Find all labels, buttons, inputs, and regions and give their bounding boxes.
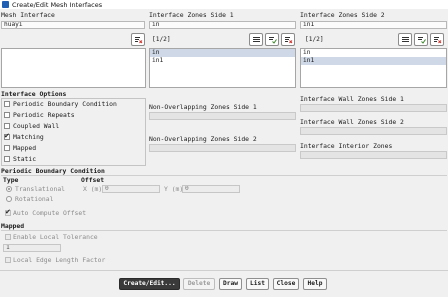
divider — [1, 230, 447, 231]
side2-label: Interface Zones Side 2 — [300, 11, 385, 19]
periodic-section-label: Periodic Boundary Condition — [1, 167, 105, 175]
x-offset-label: X (m) — [83, 185, 103, 193]
mapped-section-label: Mapped — [1, 222, 25, 230]
auto-compute-offset-checkbox[interactable] — [5, 208, 11, 216]
offset-label: Offset — [81, 176, 105, 184]
option-label: Periodic Repeats — [13, 111, 75, 119]
x-offset-input[interactable]: 0 — [102, 185, 160, 193]
side1-zone-list[interactable]: in in1 — [149, 48, 296, 88]
non-overlap-side2-field — [149, 144, 296, 152]
wall-side2-label: Interface Wall Zones Side 2 — [300, 118, 404, 126]
side1-select-all-button[interactable] — [249, 33, 263, 46]
filter-clear-icon — [433, 36, 442, 44]
divider — [1, 175, 447, 176]
check-list-icon — [268, 36, 277, 44]
app-icon — [2, 1, 9, 8]
draw-button[interactable]: Draw — [219, 278, 242, 290]
list-item[interactable]: in — [301, 49, 446, 57]
side1-clear-button[interactable] — [281, 33, 295, 46]
matching-checkbox[interactable] — [4, 132, 10, 140]
mesh-interface-input[interactable]: huayi — [1, 21, 145, 29]
wall-side1-label: Interface Wall Zones Side 1 — [300, 95, 404, 103]
check-list-icon — [417, 36, 426, 44]
enable-tolerance-checkbox[interactable] — [5, 234, 11, 240]
translational-label: Translational — [15, 185, 66, 193]
coupled-wall-checkbox[interactable] — [4, 123, 10, 129]
translational-radio[interactable] — [6, 186, 12, 192]
close-button[interactable]: Close — [273, 278, 299, 290]
periodic-repeats-checkbox[interactable] — [4, 112, 10, 118]
side2-select-all-button[interactable] — [398, 33, 412, 46]
side1-page-indicator: [1/2] — [152, 36, 171, 43]
periodic-bc-checkbox[interactable] — [4, 101, 10, 107]
option-label: Matching — [13, 133, 44, 141]
filter-clear-icon — [134, 36, 143, 44]
list-item[interactable]: in1 — [150, 57, 295, 65]
interior-label: Interface Interior Zones — [300, 142, 393, 150]
tolerance-input[interactable]: 1 — [3, 244, 61, 252]
mesh-interface-list[interactable] — [1, 48, 146, 88]
option-label: Coupled Wall — [13, 122, 60, 130]
side1-label: Interface Zones Side 1 — [149, 11, 234, 19]
rotational-label: Rotational — [15, 195, 54, 203]
interface-options-label: Interface Options — [1, 90, 67, 98]
y-offset-input[interactable]: 0 — [182, 185, 240, 193]
rotational-radio[interactable] — [6, 196, 12, 202]
clear-filter-button[interactable] — [131, 33, 145, 46]
side2-filter-input[interactable]: in1 — [300, 21, 447, 29]
non-overlap-side1-field — [149, 112, 296, 120]
window-title: Create/Edit Mesh Interfaces — [12, 0, 103, 9]
non-overlap-side1-label: Non-Overlapping Zones Side 1 — [149, 103, 257, 111]
select-all-icon — [252, 36, 261, 44]
help-button[interactable]: Help — [303, 278, 327, 290]
mesh-interface-label: Mesh Interface — [1, 11, 55, 19]
select-all-icon — [401, 36, 410, 44]
side2-zone-list[interactable]: in in1 — [300, 48, 447, 88]
interior-field — [300, 151, 447, 159]
list-button[interactable]: List — [246, 278, 269, 290]
wall-side1-field — [300, 104, 447, 112]
type-label: Type — [3, 176, 19, 184]
list-item[interactable]: in — [150, 49, 295, 57]
y-offset-label: Y (m) — [164, 185, 184, 193]
local-edge-factor-checkbox[interactable] — [5, 257, 11, 263]
enable-tolerance-label: Enable Local Tolerance — [13, 233, 98, 241]
non-overlap-side2-label: Non-Overlapping Zones Side 2 — [149, 135, 257, 143]
title-bar: Create/Edit Mesh Interfaces — [0, 0, 448, 9]
static-checkbox[interactable] — [4, 156, 10, 162]
side1-filter-input[interactable]: in — [149, 21, 296, 29]
local-edge-factor-label: Local Edge Length Factor — [13, 256, 106, 264]
create-edit-button[interactable]: Create/Edit... — [119, 278, 180, 290]
wall-side2-field — [300, 127, 447, 135]
option-label: Periodic Boundary Condition — [13, 100, 117, 108]
side2-page-indicator: [1/2] — [305, 36, 324, 43]
divider — [0, 270, 448, 271]
side1-invert-button[interactable] — [265, 33, 279, 46]
mapped-checkbox[interactable] — [4, 145, 10, 151]
option-label: Mapped — [13, 144, 37, 152]
side2-clear-button[interactable] — [430, 33, 444, 46]
delete-button[interactable]: Delete — [183, 278, 215, 290]
list-item[interactable]: in1 — [301, 57, 446, 65]
side2-invert-button[interactable] — [414, 33, 428, 46]
filter-clear-icon — [284, 36, 293, 44]
auto-compute-offset-label: Auto Compute Offset — [13, 209, 87, 217]
option-label: Static — [13, 155, 37, 163]
